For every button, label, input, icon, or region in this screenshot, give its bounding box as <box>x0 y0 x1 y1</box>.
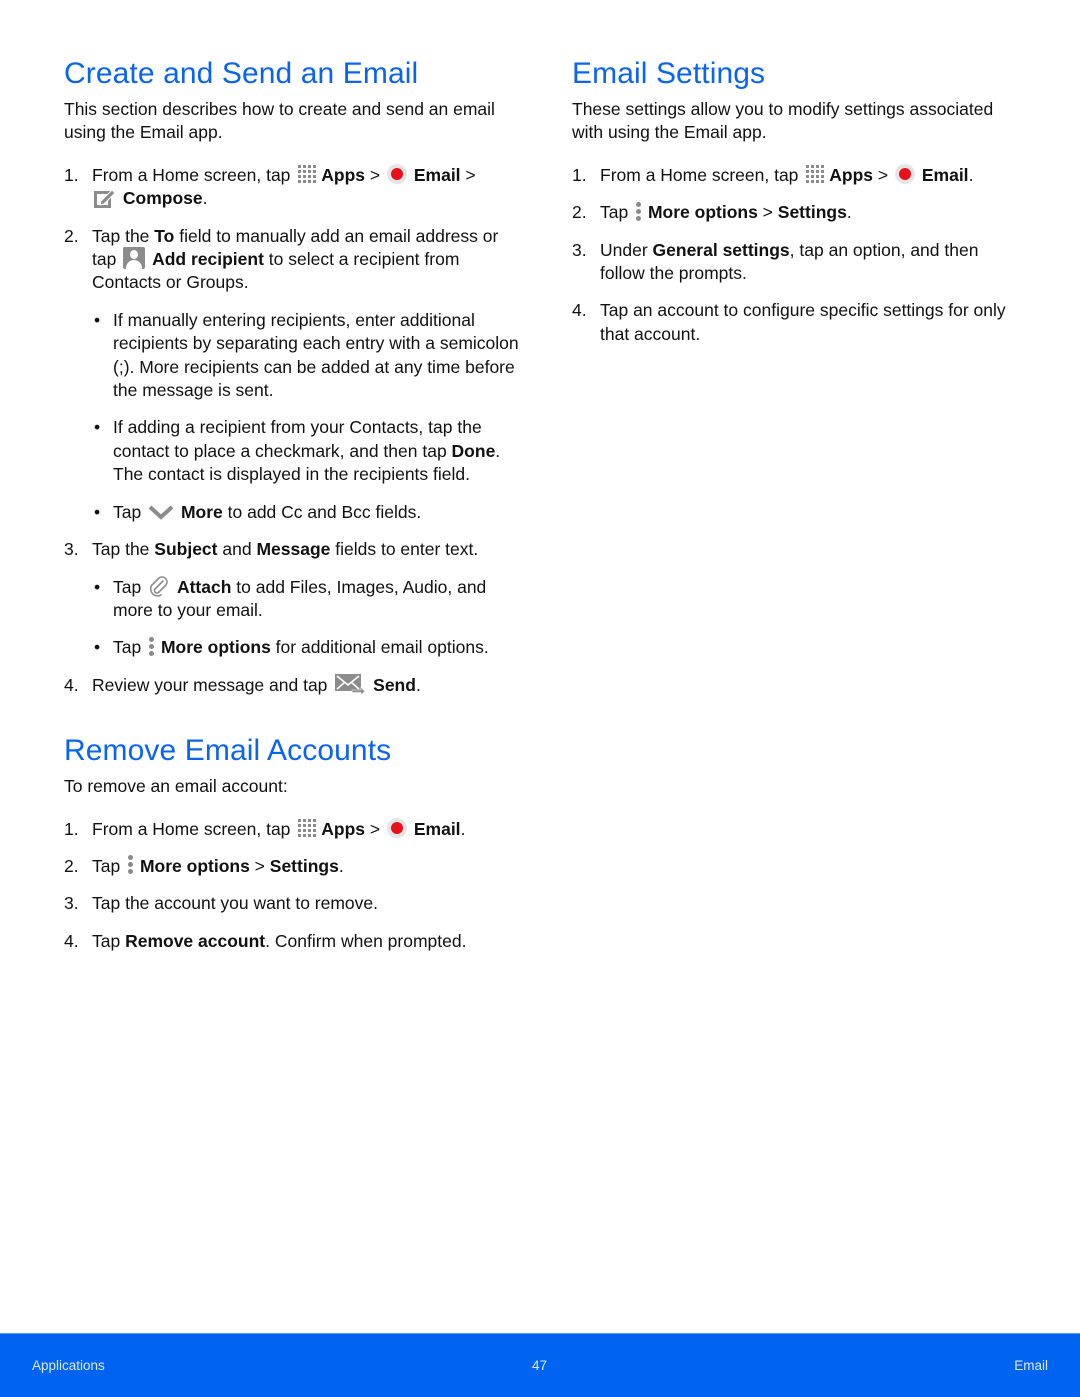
settings-label: Settings <box>269 855 339 876</box>
more-options-label: More options <box>139 855 250 876</box>
left-column: Create and Send an Email This section de… <box>64 56 524 967</box>
more-options-icon <box>148 636 155 657</box>
footer-chapter-name: Email <box>1014 1358 1048 1373</box>
section-intro: This section describes how to create and… <box>64 99 495 143</box>
step-number: 3. <box>64 893 79 914</box>
step-item: 4. Tap Remove account. Confirm when prom… <box>64 930 524 953</box>
more-label: More <box>180 501 223 522</box>
add-recipient-label: Add recipient <box>152 249 264 270</box>
more-options-icon <box>127 855 134 875</box>
apps-grid-icon <box>297 164 319 184</box>
to-field-label: To <box>154 225 175 246</box>
more-options-label: More options <box>160 637 271 658</box>
email-label: Email <box>413 164 461 185</box>
step-number: 1. <box>64 818 79 839</box>
section-title-email-settings: Email Settings <box>572 57 766 90</box>
apps-label: Apps <box>321 818 366 839</box>
apps-grid-icon <box>805 164 827 184</box>
step-item: 4. Review your message and tap Send. <box>64 674 524 697</box>
section-intro: These settings allow you to modify setti… <box>572 99 994 143</box>
email-app-icon <box>386 164 407 185</box>
step-item: 3. Tap the Subject and Message fields to… <box>64 538 524 561</box>
send-icon <box>334 673 366 696</box>
step-number: 1. <box>572 164 587 185</box>
section-title-create-send: Create and Send an Email <box>64 57 419 90</box>
bullet-item: • Tap More to add Cc and Bcc fields. <box>94 501 422 522</box>
step-item: 2. Tap More options > Settings. <box>64 855 524 878</box>
section-intro: To remove an email account: <box>64 776 288 797</box>
step-item: 3. Tap the account you want to remove. <box>64 892 524 915</box>
email-app-icon <box>386 817 407 838</box>
done-label: Done <box>451 440 496 461</box>
step-number: 4. <box>64 674 79 695</box>
step-item: 3. Under General settings, tap an option… <box>572 239 979 284</box>
step-number: 3. <box>64 539 79 560</box>
step-item: 1. From a Home screen, tap Apps > Email. <box>572 164 1022 187</box>
step-number: 4. <box>572 300 587 321</box>
bullet-item: • Tap More options for additional email … <box>94 636 489 658</box>
compose-label: Compose <box>122 188 203 209</box>
step-number: 2. <box>572 202 587 223</box>
add-recipient-icon <box>123 247 146 270</box>
step-item: 4. Tap an account to configure specific … <box>572 300 1006 344</box>
more-options-icon <box>635 201 642 222</box>
email-label: Email <box>921 164 969 185</box>
right-column: Email Settings These settings allow you … <box>572 56 1022 360</box>
general-settings-label: General settings <box>652 239 790 260</box>
remove-account-label: Remove account <box>125 930 266 951</box>
attach-label: Attach <box>176 576 232 597</box>
apps-label: Apps <box>829 164 874 185</box>
step-number: 4. <box>64 930 79 951</box>
bullet-item: • If manually entering recipients, enter… <box>94 309 519 401</box>
section-title-remove-accounts: Remove Email Accounts <box>64 734 392 768</box>
bullet-item: • If adding a recipient from your Contac… <box>94 417 501 485</box>
footer-section-name: Applications <box>32 1358 105 1373</box>
step-number: 3. <box>572 239 587 260</box>
email-label: Email <box>413 818 461 839</box>
step-item: 1. From a Home screen, tap Apps > Email … <box>64 164 476 209</box>
page-footer: Applications 47 Email <box>0 1333 1080 1397</box>
subject-label: Subject <box>154 539 218 560</box>
chevron-down-icon <box>148 503 174 520</box>
more-options-label: More options <box>647 202 758 223</box>
step-item: 2. Tap the To field to manually add an e… <box>64 225 499 293</box>
bullet-item: • Tap Attach to add Files, Images, Audio… <box>94 575 487 620</box>
step-number: 1. <box>64 164 79 185</box>
send-label: Send <box>373 674 416 695</box>
step-item: 1. From a Home screen, tap Apps > Email. <box>64 817 524 841</box>
apps-grid-icon <box>297 818 319 838</box>
settings-label: Settings <box>777 202 847 223</box>
email-app-icon <box>894 164 915 185</box>
step-number: 2. <box>64 225 79 246</box>
footer-page-number: 47 <box>532 1358 548 1373</box>
step-number: 2. <box>64 855 79 876</box>
message-label: Message <box>256 539 331 560</box>
attach-icon <box>148 575 170 597</box>
step-item: 2. Tap More options > Settings. <box>572 201 1022 224</box>
compose-icon <box>94 188 116 208</box>
apps-label: Apps <box>321 164 366 185</box>
